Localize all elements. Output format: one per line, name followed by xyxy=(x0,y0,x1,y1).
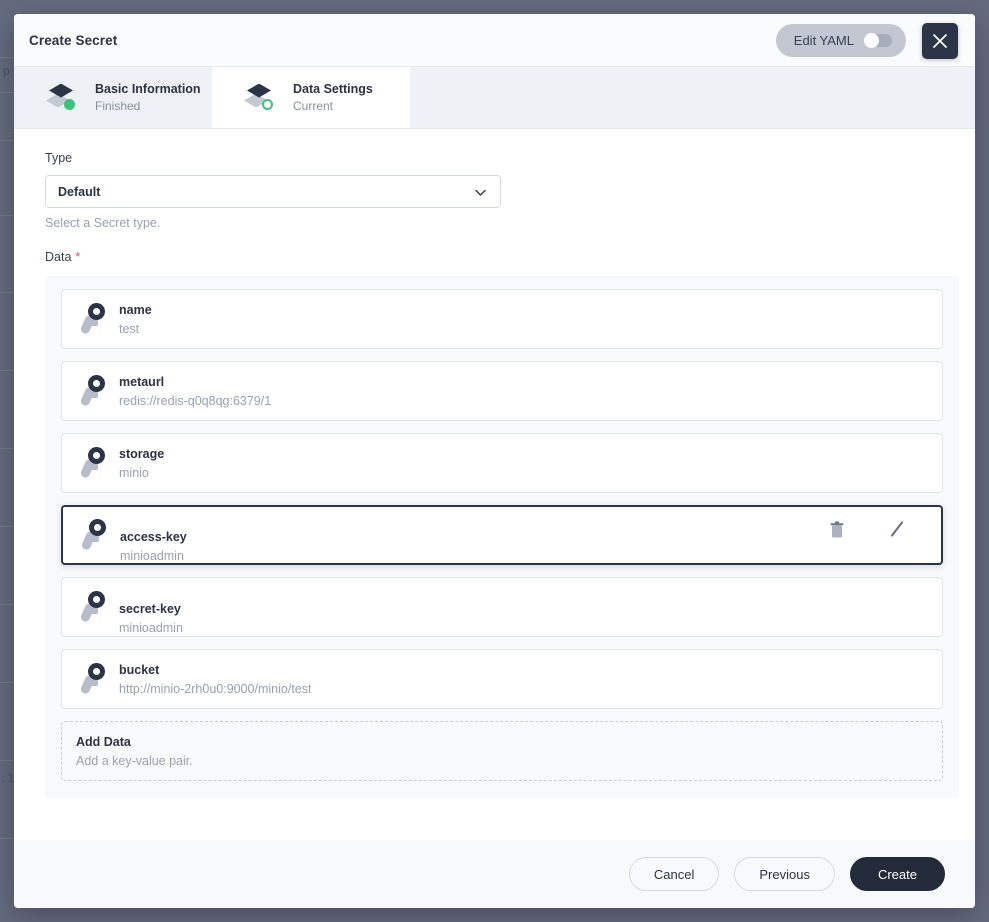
data-row-value: minio xyxy=(119,466,164,480)
table-row[interactable]: metaurl redis://redis-q0q8qg:6379/1 xyxy=(61,361,943,421)
trash-icon[interactable] xyxy=(829,521,845,539)
data-row-key: secret-key xyxy=(119,602,183,616)
table-row[interactable]: bucket http://minio-2rh0u0:9000/minio/te… xyxy=(61,649,943,709)
step-label: Data Settings xyxy=(293,82,373,96)
table-row[interactable]: secret-key minioadmin xyxy=(61,577,943,637)
data-row-key: access-key xyxy=(120,530,187,544)
step-state: Current xyxy=(293,99,373,113)
page-title: Create Secret xyxy=(29,33,117,48)
table-row[interactable]: name test xyxy=(61,289,943,349)
key-icon xyxy=(81,518,109,552)
type-select[interactable]: Default xyxy=(45,175,501,208)
step-diamond-icon xyxy=(46,82,82,114)
modal-body: Type Default Select a Secret type. Data *… xyxy=(14,129,975,840)
data-row-value: minioadmin xyxy=(120,549,187,563)
type-field-label: Type xyxy=(45,151,975,165)
step-status-dot-finished xyxy=(64,99,75,110)
table-row-selected[interactable]: access-key minioadmin xyxy=(61,505,943,565)
edit-yaml-toggle-button[interactable]: Edit YAML xyxy=(776,24,906,57)
step-diamond-icon xyxy=(244,82,280,114)
data-row-value: test xyxy=(119,322,152,336)
step-label: Basic Information xyxy=(95,82,201,96)
cancel-button[interactable]: Cancel xyxy=(629,857,719,891)
row-action-buttons xyxy=(829,521,905,539)
backdrop-topbar xyxy=(0,0,989,12)
type-help-text: Select a Secret type. xyxy=(45,216,975,230)
add-data-title: Add Data xyxy=(76,735,942,749)
create-secret-modal: Create Secret Edit YAML Basic Informatio… xyxy=(14,14,975,908)
step-data-settings[interactable]: Data Settings Current xyxy=(212,67,410,128)
data-field-label: Data * xyxy=(45,250,975,264)
modal-footer: Cancel Previous Create xyxy=(14,840,975,908)
add-data-button[interactable]: Add Data Add a key-value pair. xyxy=(61,721,943,781)
key-icon xyxy=(80,446,108,480)
data-row-value: http://minio-2rh0u0:9000/minio/test xyxy=(119,682,311,696)
previous-button[interactable]: Previous xyxy=(734,857,835,891)
data-row-key: metaurl xyxy=(119,375,271,389)
close-icon xyxy=(931,32,949,50)
create-button[interactable]: Create xyxy=(850,857,945,891)
data-row-value: minioadmin xyxy=(119,621,183,635)
data-row-key: bucket xyxy=(119,663,311,677)
data-row-key: name xyxy=(119,303,152,317)
edit-yaml-label: Edit YAML xyxy=(794,33,854,48)
step-state: Finished xyxy=(95,99,201,113)
data-row-key: storage xyxy=(119,447,164,461)
pencil-icon[interactable] xyxy=(889,521,905,539)
key-icon xyxy=(80,662,108,696)
chevron-down-icon xyxy=(473,185,488,200)
required-marker: * xyxy=(75,250,80,264)
data-list-panel: name test metaurl redis://redis-q0q8qg:6… xyxy=(45,276,959,798)
data-label-text: Data xyxy=(45,250,71,264)
key-icon xyxy=(80,374,108,408)
table-row[interactable]: storage minio xyxy=(61,433,943,493)
wizard-steps: Basic Information Finished Data Settings… xyxy=(14,67,975,129)
backdrop-text-fragment: : 1 xyxy=(1,771,14,785)
header-actions: Edit YAML xyxy=(776,14,975,67)
key-icon xyxy=(80,590,108,624)
key-icon xyxy=(80,302,108,336)
type-selected-value: Default xyxy=(58,185,100,199)
edit-yaml-switch[interactable] xyxy=(864,34,892,47)
add-data-subtitle: Add a key-value pair. xyxy=(76,754,942,768)
close-button[interactable] xyxy=(922,23,958,59)
modal-header: Create Secret Edit YAML xyxy=(14,14,975,67)
step-status-dot-current xyxy=(262,99,273,110)
data-row-value: redis://redis-q0q8qg:6379/1 xyxy=(119,394,271,408)
backdrop-text-fragment: p xyxy=(3,64,10,78)
step-basic-information[interactable]: Basic Information Finished xyxy=(14,67,212,128)
